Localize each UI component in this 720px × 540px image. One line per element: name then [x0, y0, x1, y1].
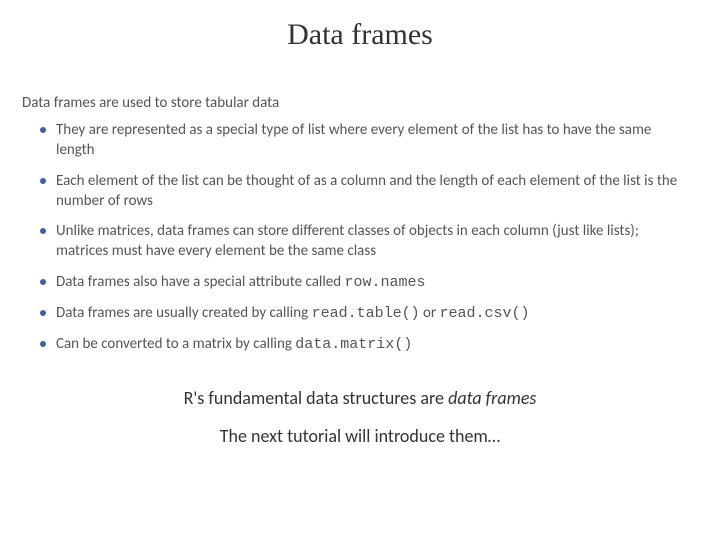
slide-title: Data frames: [0, 0, 720, 52]
list-item: Data frames are usually created by calli…: [40, 303, 692, 324]
code-fragment: read.csv(): [440, 305, 530, 322]
text-fragment: Data frames also have a special attribut…: [56, 273, 345, 291]
footer-text: The next tutorial will introduce them…: [0, 425, 720, 447]
list-item: Unlike matrices, data frames can store d…: [40, 221, 692, 262]
code-fragment: data.matrix(): [295, 336, 412, 353]
subtitle: R's fundamental data structures are data…: [0, 387, 720, 409]
text-fragment: Data frames are usually created by calli…: [56, 304, 312, 322]
list-item: Data frames also have a special attribut…: [40, 272, 692, 293]
subtitle-em: data frames: [448, 387, 536, 409]
text-fragment: or: [420, 304, 440, 322]
text-fragment: Can be converted to a matrix by calling: [56, 335, 295, 353]
intro-text: Data frames are used to store tabular da…: [22, 94, 720, 112]
list-item: Can be converted to a matrix by calling …: [40, 334, 692, 355]
subtitle-pre: R's fundamental data structures are: [184, 387, 449, 409]
bullet-list: They are represented as a special type o…: [40, 120, 692, 355]
code-fragment: row.names: [345, 274, 426, 291]
list-item: They are represented as a special type o…: [40, 120, 692, 161]
code-fragment: read.table(): [312, 305, 420, 322]
list-item: Each element of the list can be thought …: [40, 171, 692, 212]
